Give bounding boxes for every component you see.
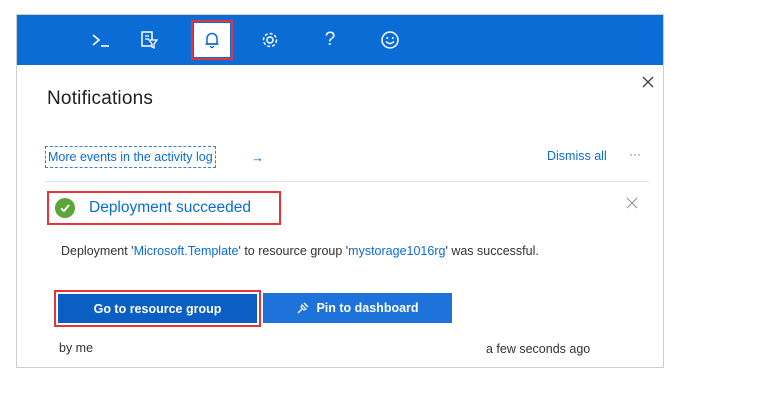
dismiss-notification-icon[interactable] [625, 196, 639, 210]
activity-log-link[interactable]: More events in the activity log [45, 146, 216, 168]
pin-to-dashboard-button[interactable]: Pin to dashboard [263, 293, 452, 323]
pin-icon [296, 301, 310, 315]
pin-to-dashboard-label: Pin to dashboard [316, 301, 419, 315]
close-panel-icon[interactable] [639, 73, 657, 91]
top-navigation-bar: ? [17, 15, 663, 65]
cloud-shell-icon[interactable] [83, 23, 119, 57]
directory-filter-icon[interactable] [131, 23, 167, 57]
resource-group-link[interactable]: mystorage1016rg [348, 244, 445, 258]
success-check-icon [55, 198, 75, 218]
notification-title: Deployment succeeded [89, 199, 251, 216]
more-options-icon[interactable]: ··· [629, 147, 641, 161]
arrow-right-icon[interactable]: → [251, 150, 264, 165]
notification-title-row[interactable]: Deployment succeeded [47, 191, 281, 225]
dismiss-all-link[interactable]: Dismiss all [547, 149, 607, 163]
notifications-window: ? Notifications More events in the activ… [16, 14, 664, 368]
panel-title: Notifications [47, 88, 154, 109]
settings-gear-icon[interactable] [252, 23, 288, 57]
notification-author: by me [59, 341, 94, 355]
divider [45, 181, 649, 182]
notification-message: Deployment 'Microsoft.Template' to resou… [61, 240, 601, 262]
notifications-bell-icon[interactable] [191, 20, 233, 60]
feedback-smiley-icon[interactable] [372, 23, 408, 57]
help-icon[interactable]: ? [312, 23, 348, 57]
message-suffix: ' was successful. [445, 244, 539, 258]
message-prefix: Deployment ' [61, 244, 134, 258]
go-to-resource-group-button[interactable]: Go to resource group [58, 294, 257, 323]
notification-timestamp: a few seconds ago [486, 342, 591, 356]
message-middle: ' to resource group ' [238, 244, 349, 258]
template-link[interactable]: Microsoft.Template [134, 244, 239, 258]
help-glyph: ? [324, 29, 336, 50]
